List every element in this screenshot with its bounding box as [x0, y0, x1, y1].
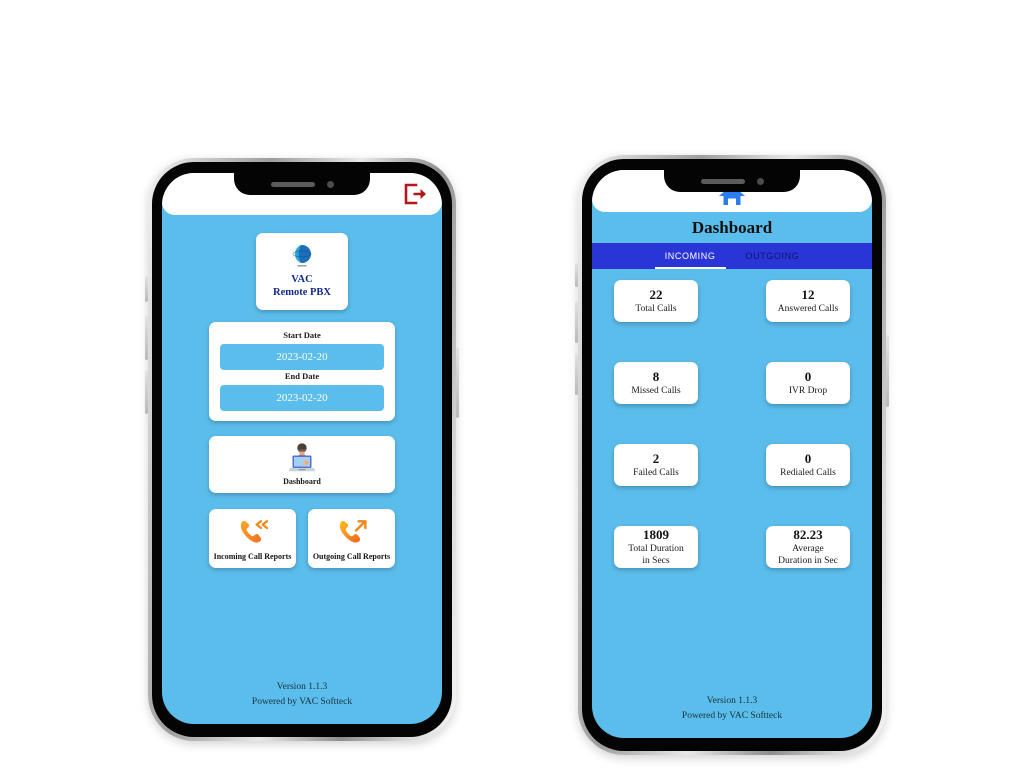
earpiece-speaker	[270, 181, 315, 187]
stat-label: Failed Calls	[633, 468, 679, 478]
stat-card-failed-calls[interactable]: 2 Failed Calls	[614, 444, 698, 486]
stats-row: 22 Total Calls 12 Answered Calls	[614, 280, 850, 322]
volume-up-button-right[interactable]	[575, 301, 578, 343]
brand-name-line1: VAC	[291, 274, 313, 285]
start-date-label: Start Date	[283, 330, 321, 340]
app-screen-left: VAC Remote PBX Start Date 2023-02-20 End…	[162, 173, 442, 724]
stat-value: 82.23	[793, 527, 823, 542]
volume-down-button-right[interactable]	[575, 353, 578, 395]
logout-icon[interactable]	[402, 182, 428, 206]
volume-button-right[interactable]	[575, 263, 578, 287]
end-date-input[interactable]: 2023-02-20	[220, 385, 384, 411]
stat-card-redialed-calls[interactable]: 0 Redialed Calls	[766, 444, 850, 486]
stats-row: 1809 Total Duration in Secs 82.23 Averag…	[614, 526, 850, 568]
stats-row: 8 Missed Calls 0 IVR Drop	[614, 362, 850, 404]
stat-label: Missed Calls	[631, 386, 681, 396]
stat-card-answered-calls[interactable]: 12 Answered Calls	[766, 280, 850, 322]
phone-bezel-right: Dashboard INCOMING OUTGOING 22 Total Cal…	[582, 159, 882, 751]
volume-up-button-left[interactable]	[145, 316, 148, 360]
stat-label: Average Duration in Sec	[778, 544, 838, 566]
brand-logo-card: VAC Remote PBX	[256, 233, 348, 310]
stat-value: 1809	[643, 527, 669, 542]
tab-outgoing[interactable]: OUTGOING	[740, 243, 806, 269]
footer-left: Version 1.1.3 Powered by VAC Softteck	[162, 680, 442, 710]
power-button-left[interactable]	[456, 348, 459, 418]
incoming-call-reports-tile[interactable]: Incoming Call Reports	[209, 509, 296, 568]
stat-card-total-calls[interactable]: 22 Total Calls	[614, 280, 698, 322]
footer-right: Version 1.1.3 Powered by VAC Softteck	[592, 694, 872, 724]
volume-down-button-left[interactable]	[145, 370, 148, 414]
incoming-call-icon	[209, 517, 296, 547]
incoming-call-reports-label: Incoming Call Reports	[213, 552, 292, 561]
stat-label: Total Duration in Secs	[628, 544, 684, 566]
stat-label: Redialed Calls	[780, 468, 836, 478]
front-camera-icon	[326, 180, 334, 188]
stat-card-average-duration[interactable]: 82.23 Average Duration in Sec	[766, 526, 850, 568]
stat-value: 2	[652, 451, 660, 466]
stat-card-total-duration[interactable]: 1809 Total Duration in Secs	[614, 526, 698, 568]
dashboard-tabs: INCOMING OUTGOING	[592, 243, 872, 269]
outgoing-call-reports-tile[interactable]: Outgoing Call Reports	[308, 509, 395, 568]
power-button-right[interactable]	[886, 335, 889, 407]
app-screen-right: Dashboard INCOMING OUTGOING 22 Total Cal…	[592, 170, 872, 738]
globe-logo-icon	[256, 243, 348, 269]
stat-label: IVR Drop	[788, 386, 828, 396]
dashboard-tile[interactable]: Dashboard	[209, 436, 395, 493]
stat-label: Total Calls	[635, 304, 677, 314]
stat-card-ivr-drop[interactable]: 0 IVR Drop	[766, 362, 850, 404]
stat-value: 8	[652, 369, 660, 384]
dashboard-tile-label: Dashboard	[283, 477, 321, 486]
outgoing-call-icon	[308, 517, 395, 547]
version-label-right: Version 1.1.3	[706, 696, 758, 706]
front-camera-icon	[756, 177, 764, 185]
end-date-label: End Date	[284, 371, 320, 381]
earpiece-speaker	[700, 178, 745, 184]
phone-device-left: VAC Remote PBX Start Date 2023-02-20 End…	[145, 158, 459, 741]
version-label-left: Version 1.1.3	[276, 682, 328, 692]
stat-value: 0	[804, 451, 812, 466]
stats-row: 2 Failed Calls 0 Redialed Calls	[614, 444, 850, 486]
stat-card-missed-calls[interactable]: 8 Missed Calls	[614, 362, 698, 404]
stat-value: 22	[649, 287, 663, 302]
powered-by-label-right: Powered by VAC Softteck	[681, 711, 783, 721]
phone-device-right: Dashboard INCOMING OUTGOING 22 Total Cal…	[575, 155, 889, 755]
stats-grid: 22 Total Calls 12 Answered Calls 8 Misse…	[592, 269, 872, 568]
notch-left	[234, 173, 370, 195]
stat-label: Answered Calls	[777, 304, 839, 314]
page-title: Dashboard	[691, 218, 773, 237]
date-filter-card: Start Date 2023-02-20 End Date 2023-02-2…	[209, 322, 395, 421]
stat-value: 0	[804, 369, 812, 384]
phone-bezel-left: VAC Remote PBX Start Date 2023-02-20 End…	[152, 162, 452, 737]
brand-name-line2: Remote PBX	[272, 287, 332, 298]
volume-button-left[interactable]	[145, 276, 148, 302]
notch-right	[664, 170, 800, 192]
powered-by-label-left: Powered by VAC Softteck	[251, 697, 353, 707]
tab-incoming[interactable]: INCOMING	[654, 243, 726, 269]
outgoing-call-reports-label: Outgoing Call Reports	[312, 552, 391, 561]
stat-value: 12	[801, 287, 815, 302]
start-date-input[interactable]: 2023-02-20	[220, 344, 384, 370]
report-tiles-row: Incoming Call Reports Outgoing Call Repo…	[162, 509, 442, 568]
person-at-laptop-icon	[209, 443, 395, 475]
